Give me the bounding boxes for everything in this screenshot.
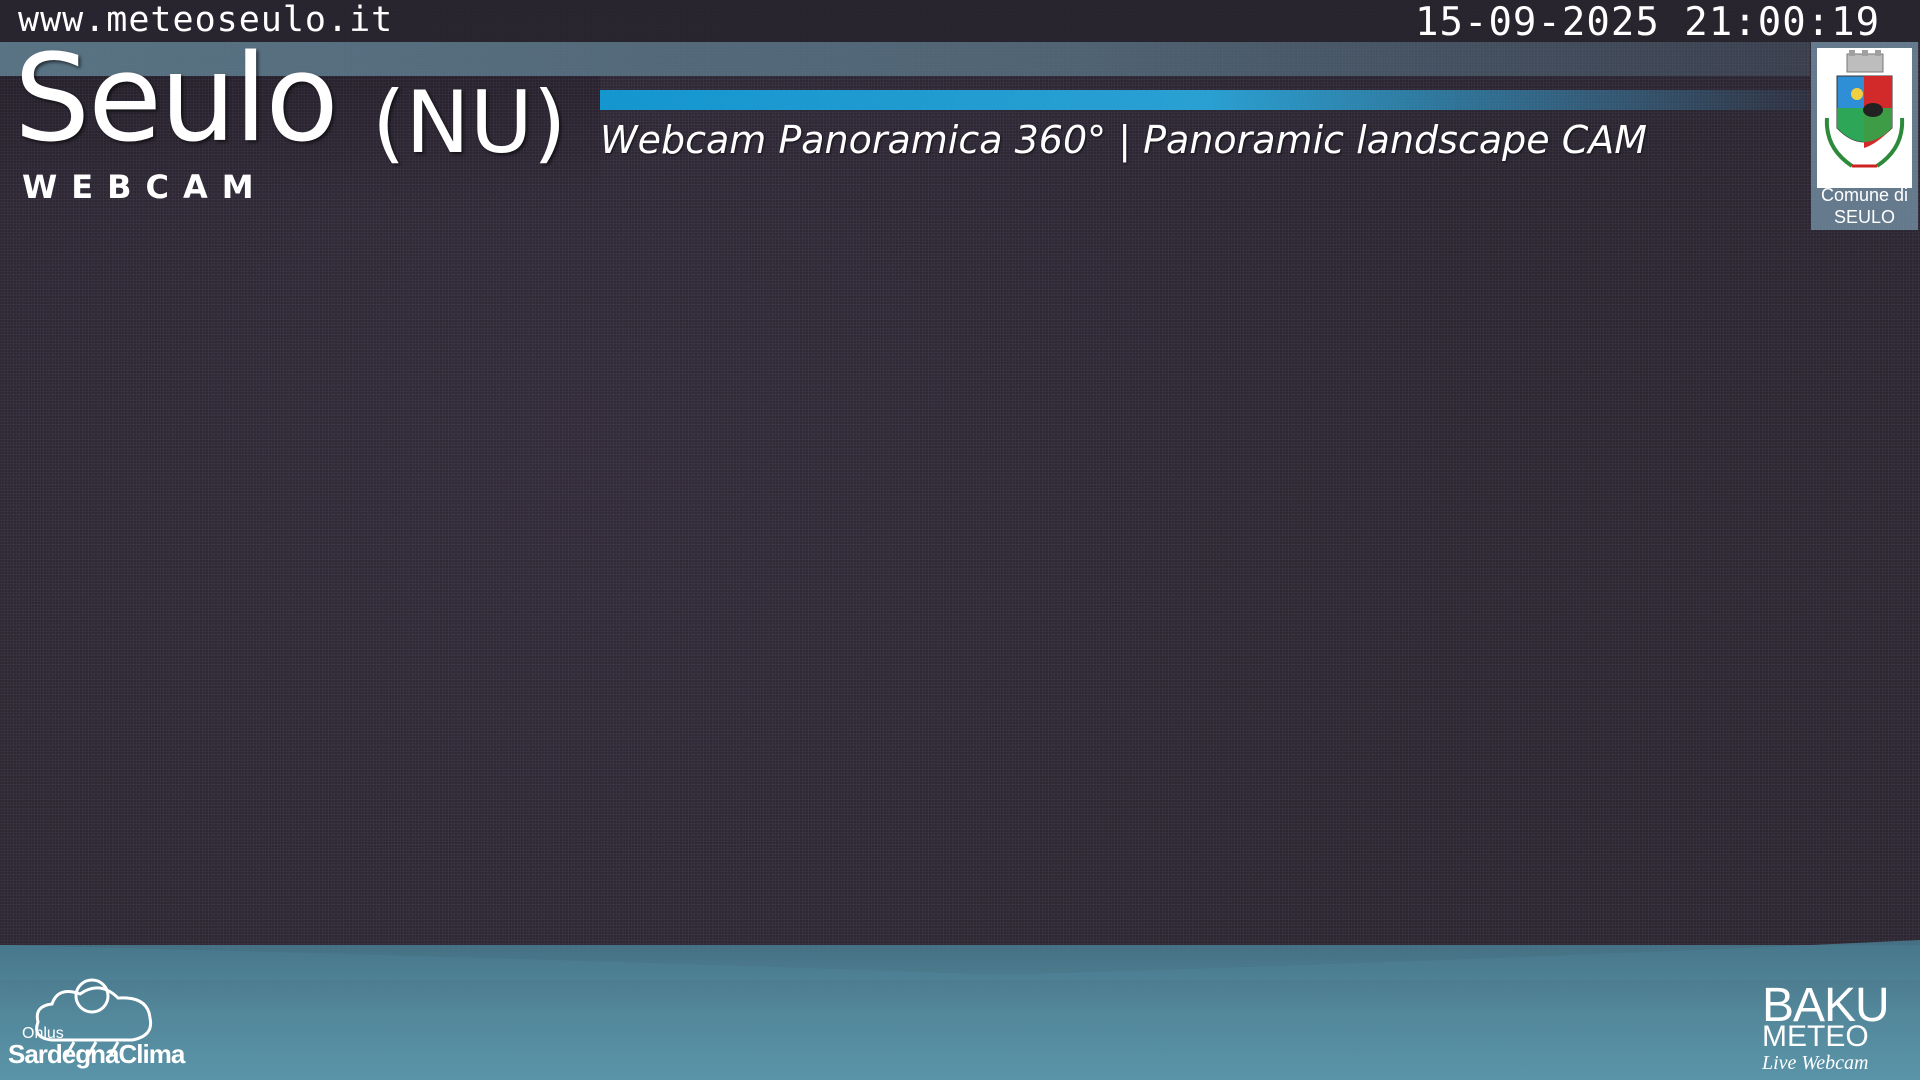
webcam-label: WEBCAM <box>22 168 268 206</box>
coat-of-arms-icon <box>1817 48 1912 188</box>
webcam-subtitle: Webcam Panoramica 360° | Panoramic lands… <box>600 118 1648 162</box>
capture-timestamp: 15-09-2025 21:00:19 <box>1415 0 1881 45</box>
crest-caption-line1: Comune di <box>1820 185 1909 205</box>
accent-bar <box>600 90 1810 110</box>
province-code: (NU) <box>372 73 567 173</box>
crest-caption-line2: SEULO <box>1833 207 1896 227</box>
bottom-band <box>0 945 1920 1080</box>
town-title: Seulo <box>14 30 339 169</box>
sponsor-meteo: METEO <box>1762 1020 1869 1053</box>
crest-caption: Comune di SEULO <box>1811 184 1918 228</box>
sponsor-sardegnaclima: SardegnaClima <box>8 1039 185 1069</box>
sponsor-live-webcam: Live Webcam <box>1762 1052 1869 1074</box>
municipality-crest-badge: Comune di SEULO <box>1811 42 1918 230</box>
